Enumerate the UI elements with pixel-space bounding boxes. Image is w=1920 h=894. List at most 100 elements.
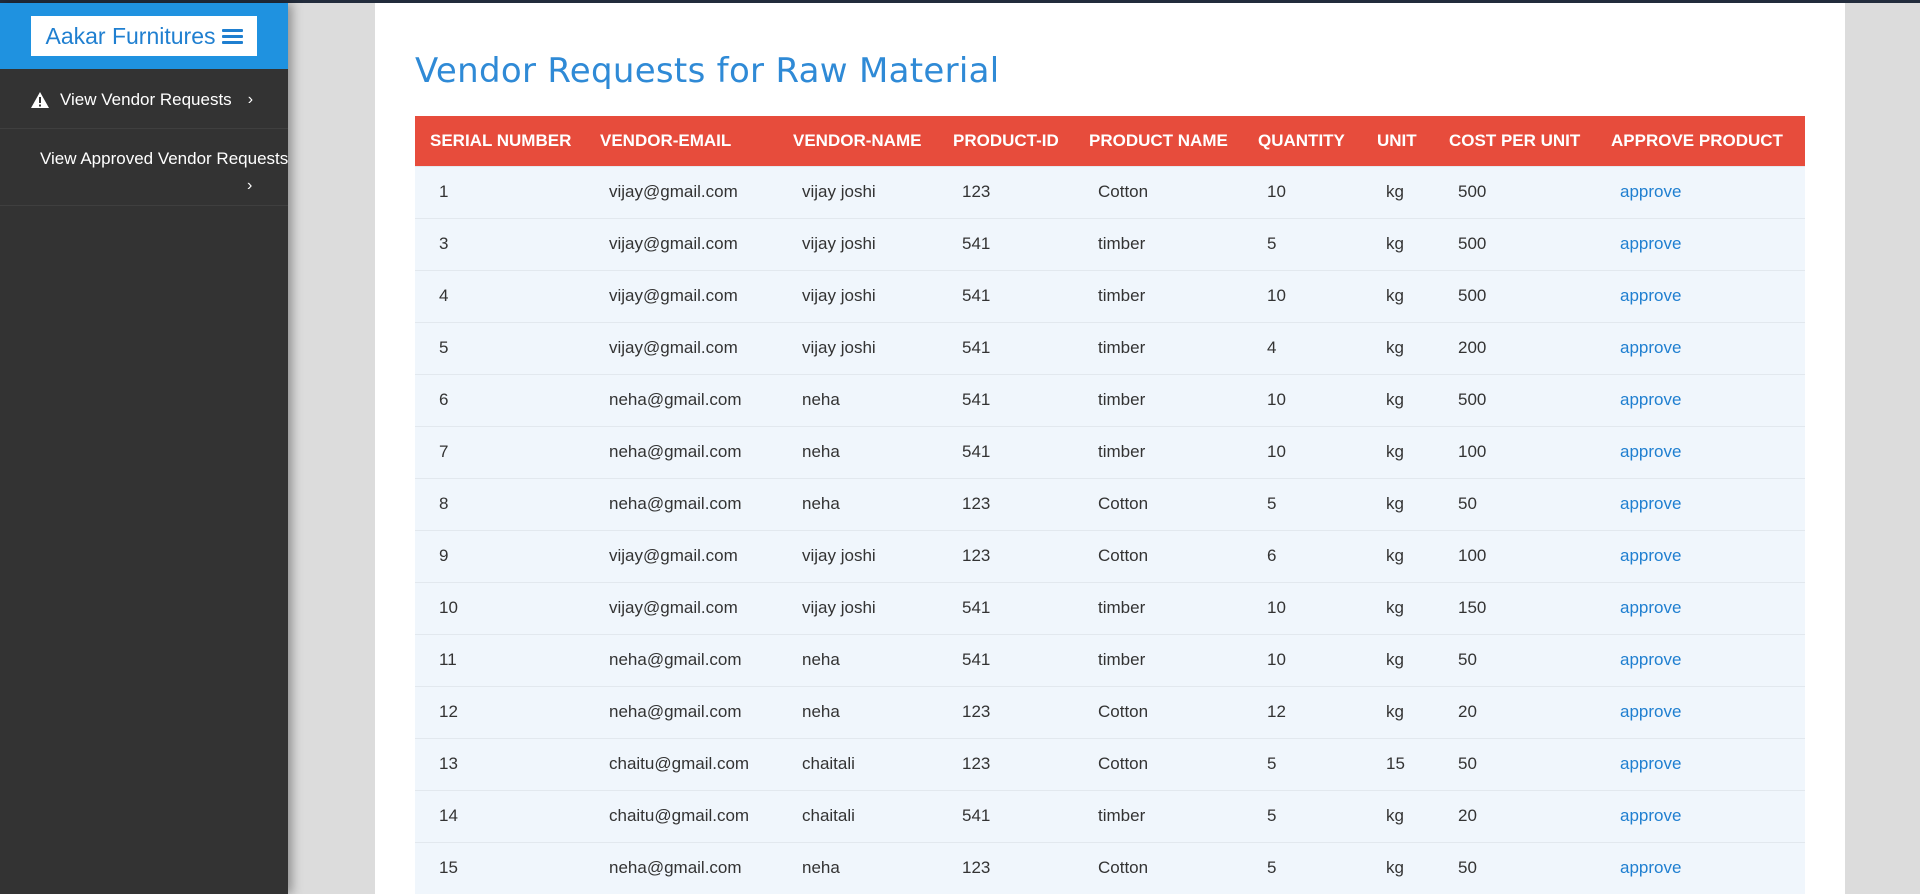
cell-unit: kg — [1362, 321, 1434, 374]
table-row: 8 neha@gmail.com neha 123 Cotton 5 kg 50 approve — [415, 477, 1805, 530]
chevron-right-icon: › — [247, 91, 254, 108]
sidebar-item-view-vendor-requests[interactable]: View Vendor Requests › — [0, 69, 288, 129]
header-quantity: QUANTITY — [1258, 130, 1345, 150]
table-body: 1 vijay@gmail.com vijay joshi 123 Cotton 10 kg… — [415, 165, 1805, 894]
cell-vendor-name: neha — [778, 373, 938, 426]
cell-unit: kg — [1362, 477, 1434, 530]
cell-product-id: 541 — [938, 217, 1074, 270]
cell-product-name: timber — [1074, 321, 1243, 374]
cell-vendor-email: vijay@gmail.com — [585, 529, 778, 582]
approve-link[interactable]: approve — [1596, 789, 1805, 842]
table-row: 13 chaitu@gmail.com chaitali 123 Cotton 5 15 50… — [415, 737, 1805, 790]
cell-vendor-name: vijay joshi — [778, 269, 938, 322]
cell-product-id: 541 — [938, 373, 1074, 426]
approve-link[interactable]: approve — [1596, 633, 1805, 686]
cell-serial-number: 13 — [415, 737, 585, 790]
main-content: Vendor Requests for Raw Material SERIAL … — [375, 3, 1845, 894]
approve-link[interactable]: approve — [1596, 737, 1805, 790]
brand-button[interactable]: Aakar Furnitures — [31, 16, 257, 56]
cell-product-name: Cotton — [1074, 477, 1243, 530]
table-row: 14 chaitu@gmail.com chaitali 541 timber 5 kg 20… — [415, 789, 1805, 842]
cell-product-name: Cotton — [1074, 841, 1243, 894]
sidebar-item-view-approved-vendor-requests[interactable]: View Approved Vendor Requests › — [0, 129, 288, 206]
cell-serial-number: 3 — [415, 217, 585, 270]
header-serial-number: SERIAL NUMBER — [430, 130, 572, 150]
cell-product-id: 541 — [938, 633, 1074, 686]
brand-bar: Aakar Furnitures — [0, 3, 288, 69]
cell-serial-number: 8 — [415, 477, 585, 530]
approve-link[interactable]: approve — [1596, 529, 1805, 582]
approve-link[interactable]: approve — [1596, 841, 1805, 894]
brand-name: Aakar Furnitures — [45, 22, 216, 49]
cell-vendor-email: neha@gmail.com — [585, 685, 778, 738]
cell-vendor-email: neha@gmail.com — [585, 633, 778, 686]
cell-serial-number: 1 — [415, 165, 585, 218]
cell-unit: 15 — [1362, 737, 1434, 790]
cell-quantity: 5 — [1243, 737, 1362, 790]
cell-vendor-email: vijay@gmail.com — [585, 321, 778, 374]
cell-vendor-name: neha — [778, 477, 938, 530]
cell-serial-number: 14 — [415, 789, 585, 842]
chevron-right-icon: › — [247, 177, 253, 194]
cell-unit: kg — [1362, 269, 1434, 322]
cell-cost-per-unit: 500 — [1434, 217, 1596, 270]
cell-quantity: 5 — [1243, 841, 1362, 894]
cell-quantity: 10 — [1243, 373, 1362, 426]
approve-link[interactable]: approve — [1596, 165, 1805, 218]
approve-link[interactable]: approve — [1596, 581, 1805, 634]
header-approve-product: APPROVE PRODUCT — [1611, 130, 1783, 150]
cell-product-id: 541 — [938, 321, 1074, 374]
cell-product-name: Cotton — [1074, 529, 1243, 582]
header-product-id: PRODUCT-ID — [953, 130, 1059, 150]
approve-link[interactable]: approve — [1596, 217, 1805, 270]
cell-cost-per-unit: 50 — [1434, 477, 1596, 530]
cell-vendor-name: vijay joshi — [778, 165, 938, 218]
cell-product-id: 123 — [938, 165, 1074, 218]
cell-product-name: Cotton — [1074, 737, 1243, 790]
cell-serial-number: 12 — [415, 685, 585, 738]
cell-vendor-email: neha@gmail.com — [585, 477, 778, 530]
cell-unit: kg — [1362, 217, 1434, 270]
cell-vendor-name: neha — [778, 425, 938, 478]
approve-link[interactable]: approve — [1596, 685, 1805, 738]
cell-vendor-name: chaitali — [778, 789, 938, 842]
cell-serial-number: 7 — [415, 425, 585, 478]
cell-serial-number: 6 — [415, 373, 585, 426]
approve-link[interactable]: approve — [1596, 477, 1805, 530]
cell-vendor-email: vijay@gmail.com — [585, 269, 778, 322]
approve-link[interactable]: approve — [1596, 425, 1805, 478]
table-row: 7 neha@gmail.com neha 541 timber 10 kg 100 appro… — [415, 425, 1805, 478]
approve-link[interactable]: approve — [1596, 269, 1805, 322]
cell-product-name: Cotton — [1074, 165, 1243, 218]
header-product-name: PRODUCT NAME — [1089, 130, 1228, 150]
cell-serial-number: 15 — [415, 841, 585, 894]
header-unit: UNIT — [1377, 130, 1417, 150]
cell-cost-per-unit: 50 — [1434, 737, 1596, 790]
cell-vendor-email: neha@gmail.com — [585, 373, 778, 426]
cell-quantity: 4 — [1243, 321, 1362, 374]
cell-product-id: 541 — [938, 789, 1074, 842]
cell-serial-number: 4 — [415, 269, 585, 322]
cell-product-id: 123 — [938, 477, 1074, 530]
table-row: 9 vijay@gmail.com vijay joshi 123 Cotton 6 kg 1… — [415, 529, 1805, 582]
table-row: 11 neha@gmail.com neha 541 timber 10 kg 50 appro… — [415, 633, 1805, 686]
approve-link[interactable]: approve — [1596, 321, 1805, 374]
cell-unit: kg — [1362, 633, 1434, 686]
cell-vendor-name: chaitali — [778, 737, 938, 790]
approve-link[interactable]: approve — [1596, 373, 1805, 426]
cell-vendor-name: vijay joshi — [778, 581, 938, 634]
cell-unit: kg — [1362, 841, 1434, 894]
cell-serial-number: 5 — [415, 321, 585, 374]
cell-vendor-email: vijay@gmail.com — [585, 581, 778, 634]
table-row: 10 vijay@gmail.com vijay joshi 541 timber 10 k… — [415, 581, 1805, 634]
cell-quantity: 5 — [1243, 477, 1362, 530]
cell-unit: kg — [1362, 581, 1434, 634]
cell-cost-per-unit: 50 — [1434, 841, 1596, 894]
cell-vendor-email: neha@gmail.com — [585, 425, 778, 478]
cell-quantity: 10 — [1243, 581, 1362, 634]
cell-product-id: 123 — [938, 841, 1074, 894]
vendor-requests-table: SERIAL NUMBER VENDOR-EMAIL VENDOR-NAME P… — [415, 116, 1805, 894]
cell-vendor-email: chaitu@gmail.com — [585, 789, 778, 842]
cell-vendor-email: neha@gmail.com — [585, 841, 778, 894]
cell-cost-per-unit: 200 — [1434, 321, 1596, 374]
